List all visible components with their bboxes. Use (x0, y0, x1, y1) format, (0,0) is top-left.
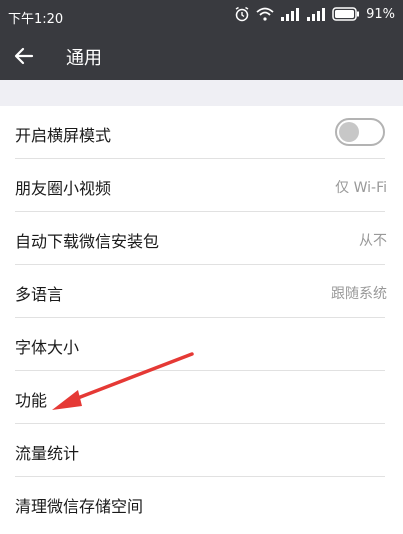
setting-label: 朋友圈小视频 (15, 179, 112, 198)
status-icons: 91% (234, 6, 395, 22)
setting-value: 跟随系统 (331, 286, 387, 302)
setting-moments-video[interactable]: 朋友圈小视频 仅 Wi-Fi (0, 159, 403, 212)
back-button[interactable] (10, 42, 38, 70)
battery-icon (332, 7, 360, 21)
setting-value: 仅 Wi-Fi (335, 180, 387, 196)
status-time: 下午1:20 (8, 12, 64, 27)
setting-font-size[interactable]: 字体大小 (0, 318, 403, 371)
setting-auto-download[interactable]: 自动下载微信安装包 从不 (0, 212, 403, 265)
toggle-knob (339, 122, 359, 142)
setting-label: 字体大小 (15, 338, 80, 357)
setting-language[interactable]: 多语言 跟随系统 (0, 265, 403, 318)
app-bar: 通用 (0, 32, 403, 80)
setting-features[interactable]: 功能 (0, 371, 403, 424)
setting-data-usage[interactable]: 流量统计 (0, 424, 403, 477)
setting-label: 功能 (15, 391, 48, 410)
setting-label: 流量统计 (15, 444, 80, 463)
setting-value: 从不 (359, 233, 387, 249)
status-bar: 下午1:20 91% (0, 0, 403, 32)
section-spacer (0, 80, 403, 107)
landscape-toggle[interactable] (335, 118, 385, 146)
signal-icon-2 (307, 8, 326, 21)
wifi-icon (256, 7, 274, 21)
setting-label: 开启横屏模式 (15, 126, 112, 145)
alarm-icon (235, 6, 249, 22)
setting-landscape-mode[interactable]: 开启横屏模式 (0, 106, 403, 159)
page-title: 通用 (66, 48, 102, 69)
setting-label: 清理微信存储空间 (15, 497, 144, 516)
settings-list: 开启横屏模式 朋友圈小视频 仅 Wi-Fi 自动下载微信安装包 从不 多语言 跟… (0, 106, 403, 530)
setting-clear-storage[interactable]: 清理微信存储空间 (0, 477, 403, 530)
battery-percent: 91% (366, 6, 395, 22)
signal-icon-1 (281, 8, 300, 21)
arrow-left-icon (14, 47, 34, 65)
setting-label: 多语言 (15, 285, 64, 304)
setting-label: 自动下载微信安装包 (15, 232, 160, 251)
